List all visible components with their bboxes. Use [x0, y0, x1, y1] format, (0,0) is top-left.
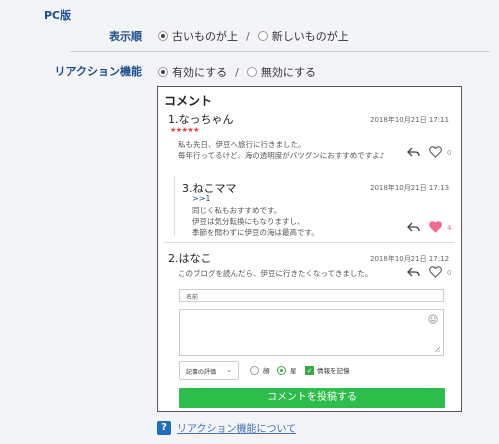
help-icon[interactable]: ?	[157, 420, 171, 435]
reaction-disable-radio[interactable]	[246, 67, 257, 77]
heart-icon[interactable]	[429, 146, 442, 158]
star-rating: ★★★★★	[170, 126, 199, 134]
order-old-first-label[interactable]: 古いものが上	[172, 28, 238, 44]
rating-face-radio[interactable]	[250, 365, 259, 375]
like-count: 4	[447, 224, 452, 232]
name-input[interactable]: 名前	[179, 289, 444, 302]
reaction-options: 有効にする / 無効にする	[158, 64, 316, 80]
reaction-disable-label[interactable]: 無効にする	[261, 64, 316, 80]
rating-select-label: 記事の評価	[186, 369, 217, 376]
chevron-down-icon: ⌄	[226, 366, 232, 374]
order-options: 古いものが上 / 新しいものが上	[158, 28, 349, 44]
divider	[70, 51, 490, 52]
comment-preview-box: コメント 1.なっちゃん 2018年10月21日 17:11 ★★★★★ 私も先…	[157, 86, 462, 412]
comment-date: 2018年10月21日 17:13	[370, 184, 450, 192]
rating-star-radio[interactable]	[277, 365, 286, 375]
order-new-first-radio[interactable]	[257, 31, 268, 41]
like-count: 0	[447, 149, 452, 157]
heart-icon[interactable]	[429, 266, 442, 278]
reaction-enable-radio[interactable]	[158, 67, 168, 77]
remember-option[interactable]: ✓ 情報を記憶	[305, 365, 350, 375]
order-label: 表示順	[109, 30, 142, 43]
settings-page: PC版 表示順 古いものが上 / 新しいものが上 リアクション機能 有効にする …	[0, 0, 499, 444]
like-count: 0	[447, 269, 452, 277]
reply-icon[interactable]	[407, 222, 420, 232]
rating-star-option[interactable]: 星	[277, 365, 297, 375]
reply-reference-link[interactable]: >>1	[192, 194, 211, 203]
comments-title: コメント	[164, 94, 213, 108]
separator: /	[246, 29, 250, 43]
help-row: ? リアクション機能について	[157, 420, 296, 435]
resize-handle-icon[interactable]	[434, 346, 441, 353]
order-old-first-radio[interactable]	[158, 31, 168, 41]
comment-text-line: このブログを読んだら、伊豆に行きたくなってきました。	[178, 269, 373, 278]
order-new-first-label[interactable]: 新しいものが上	[272, 28, 349, 44]
reply-icon[interactable]	[407, 267, 420, 277]
comment-text-line: 季節を問わずに伊豆の海は最高です。	[192, 228, 319, 237]
comment-textarea[interactable]	[179, 309, 444, 356]
remember-label[interactable]: 情報を記憶	[317, 365, 350, 375]
rating-select[interactable]: 記事の評価 ⌄	[179, 361, 239, 380]
reaction-label: リアクション機能	[54, 65, 142, 78]
reaction-enable-label[interactable]: 有効にする	[172, 64, 227, 80]
separator: /	[235, 65, 239, 79]
submit-comment-button[interactable]: コメントを投稿する	[179, 388, 445, 408]
emoji-icon[interactable]	[428, 314, 438, 324]
rating-face-option[interactable]: 顔	[250, 365, 270, 375]
comment-date: 2018年10月21日 17:12	[370, 255, 450, 263]
reply-icon[interactable]	[407, 147, 420, 157]
comment-author: 1.なっちゃん	[168, 113, 234, 126]
rating-face-label[interactable]: 顔	[263, 365, 270, 375]
comment-separator	[164, 242, 455, 243]
section-title: PC版	[44, 9, 72, 22]
comment-date: 2018年10月21日 17:11	[370, 116, 450, 124]
comment-text-line: 毎年行ってるけど、海の透明度がバツグンにおすすめですよ♪	[178, 151, 385, 160]
rating-star-label[interactable]: 星	[290, 365, 297, 375]
reaction-help-link[interactable]: リアクション機能について	[177, 420, 296, 435]
checkmark-icon[interactable]: ✓	[305, 365, 314, 375]
heart-filled-icon[interactable]	[429, 221, 442, 233]
comment-author: 2.はなこ	[168, 252, 212, 265]
